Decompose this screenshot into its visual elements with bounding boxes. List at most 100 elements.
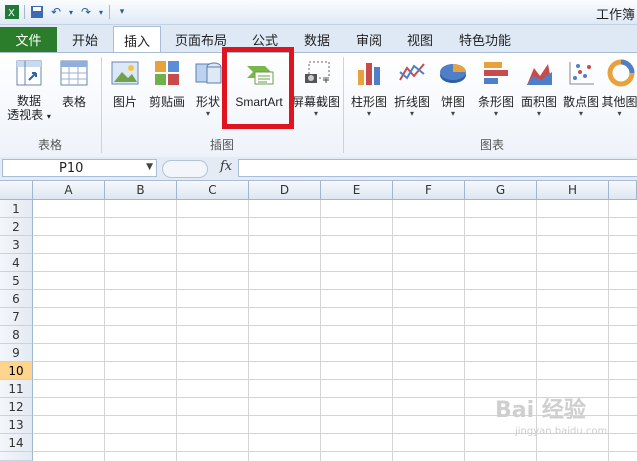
area-chart-icon [523, 57, 555, 89]
row-header-4[interactable]: 4 [0, 254, 33, 272]
row-header-9[interactable]: 9 [0, 344, 33, 362]
name-box[interactable]: P10 ▼ [2, 159, 157, 177]
row-header-12[interactable]: 12 [0, 398, 33, 416]
picture-label: 图片 [112, 95, 137, 109]
column-header-partial[interactable] [609, 181, 637, 200]
row-header-partial[interactable] [0, 452, 33, 461]
select-all-corner[interactable] [0, 181, 33, 200]
row-header-5[interactable]: 5 [0, 272, 33, 290]
line-chart-button[interactable]: 折线图 ▾ [390, 57, 434, 119]
column-chart-dropdown-icon: ▾ [366, 109, 371, 118]
column-header-b[interactable]: B [105, 181, 177, 200]
ribbon-tabs: 文件 开始 插入 页面布局 公式 数据 审阅 视图 特色功能 [0, 25, 637, 53]
ribbon-insert: 数据 透视表 ▾ 表格 表格 图片 剪贴画 形状 ▾ SmartArt 屏幕截图… [0, 52, 637, 158]
table-button[interactable]: 表格 [58, 57, 90, 109]
scatter-chart-label: 散点图 [562, 95, 599, 109]
row-header-8[interactable]: 8 [0, 326, 33, 344]
column-header-c[interactable]: C [177, 181, 249, 200]
column-header-h[interactable]: H [537, 181, 609, 200]
screenshot-label: 屏幕截图 [292, 95, 341, 109]
tab-data[interactable]: 数据 [295, 27, 339, 52]
scatter-chart-button[interactable]: 散点图 ▾ [560, 57, 602, 119]
row-header-6[interactable]: 6 [0, 290, 33, 308]
area-chart-label: 面积图 [520, 95, 557, 109]
pivot-table-button[interactable]: 数据 透视表 ▾ [7, 57, 51, 124]
bar-chart-button[interactable]: 条形图 ▾ [474, 57, 518, 119]
window-title: 工作簿 [595, 8, 635, 23]
customize-qat-icon[interactable]: ▾ [114, 4, 130, 20]
clip-art-button[interactable]: 剪贴画 [148, 57, 186, 109]
row-header-1[interactable]: 1 [0, 200, 33, 218]
column-chart-icon [353, 57, 385, 89]
shapes-label: 形状 [195, 95, 220, 109]
row-header-10[interactable]: 10 [0, 362, 33, 380]
row-header-11[interactable]: 11 [0, 380, 33, 398]
bar-chart-dropdown-icon: ▾ [493, 109, 498, 118]
quick-access-toolbar: X ↶ ▾ ↷ ▾ ▾ [4, 3, 130, 21]
other-charts-label: 其他图 [602, 95, 637, 109]
screenshot-button[interactable]: 屏幕截图 ▾ [292, 57, 340, 119]
name-box-dropdown-icon[interactable]: ▼ [146, 162, 153, 172]
screenshot-dropdown-icon: ▾ [313, 109, 318, 118]
tab-insert[interactable]: 插入 [113, 26, 161, 53]
redo-dropdown-icon[interactable]: ▾ [97, 4, 105, 20]
column-header-f[interactable]: F [393, 181, 465, 200]
undo-icon[interactable]: ↶ [48, 4, 64, 20]
name-box-value: P10 [59, 161, 84, 176]
group-separator [343, 57, 344, 153]
scatter-chart-icon [565, 57, 597, 89]
other-charts-icon [604, 57, 636, 89]
row-header-2[interactable]: 2 [0, 218, 33, 236]
row-header-13[interactable]: 13 [0, 416, 33, 434]
row-header-3[interactable]: 3 [0, 236, 33, 254]
tab-special-features[interactable]: 特色功能 [452, 27, 518, 52]
tab-home[interactable]: 开始 [63, 27, 107, 52]
column-header-e[interactable]: E [321, 181, 393, 200]
redo-icon[interactable]: ↷ [78, 4, 94, 20]
column-header-d[interactable]: D [249, 181, 321, 200]
row-header-7[interactable]: 7 [0, 308, 33, 326]
column-chart-label: 柱形图 [350, 95, 387, 109]
watermark-main-text: Bai 经验 [495, 398, 586, 423]
column-header-a[interactable]: A [33, 181, 105, 200]
line-chart-icon [396, 57, 428, 89]
tab-file[interactable]: 文件 [0, 27, 57, 52]
qat-separator [24, 5, 25, 19]
other-charts-button[interactable]: 其他图 ▾ [602, 57, 637, 119]
qat-separator [109, 5, 110, 19]
group-separator [101, 57, 102, 153]
tab-view[interactable]: 视图 [398, 27, 442, 52]
scatter-chart-dropdown-icon: ▾ [578, 109, 583, 118]
group-label-tables: 表格 [37, 138, 62, 152]
watermark-sub-text: jingyan.baidu.com [515, 426, 608, 437]
pivot-label-line1: 数据 [17, 94, 42, 108]
area-chart-button[interactable]: 面积图 ▾ [518, 57, 560, 119]
shapes-button[interactable]: 形状 ▾ [192, 57, 224, 119]
pie-chart-button[interactable]: 饼图 ▾ [436, 57, 470, 119]
save-icon[interactable] [29, 4, 45, 20]
group-label-charts: 图表 [479, 138, 504, 152]
column-header-g[interactable]: G [465, 181, 537, 200]
svg-text:X: X [8, 8, 15, 19]
shapes-icon [192, 57, 224, 89]
shapes-dropdown-icon: ▾ [205, 109, 210, 118]
excel-icon: X [4, 4, 20, 20]
pie-chart-label: 饼图 [440, 95, 465, 109]
other-charts-dropdown-icon: ▾ [617, 109, 622, 118]
tab-review[interactable]: 审阅 [347, 27, 391, 52]
screenshot-icon [300, 57, 332, 89]
clip-art-icon [151, 57, 183, 89]
group-label-illustrations: 插图 [209, 138, 234, 152]
picture-button[interactable]: 图片 [108, 57, 142, 109]
insert-function-icon[interactable]: fx [220, 159, 232, 174]
picture-icon [109, 57, 141, 89]
table-icon [58, 57, 90, 89]
column-chart-button[interactable]: 柱形图 ▾ [348, 57, 390, 119]
smartart-highlight-box [222, 47, 294, 129]
formula-input[interactable] [238, 159, 637, 177]
table-label: 表格 [61, 95, 86, 109]
row-header-14[interactable]: 14 [0, 434, 33, 452]
line-chart-dropdown-icon: ▾ [409, 109, 414, 118]
pivot-table-icon [13, 57, 45, 89]
undo-dropdown-icon[interactable]: ▾ [67, 4, 75, 20]
